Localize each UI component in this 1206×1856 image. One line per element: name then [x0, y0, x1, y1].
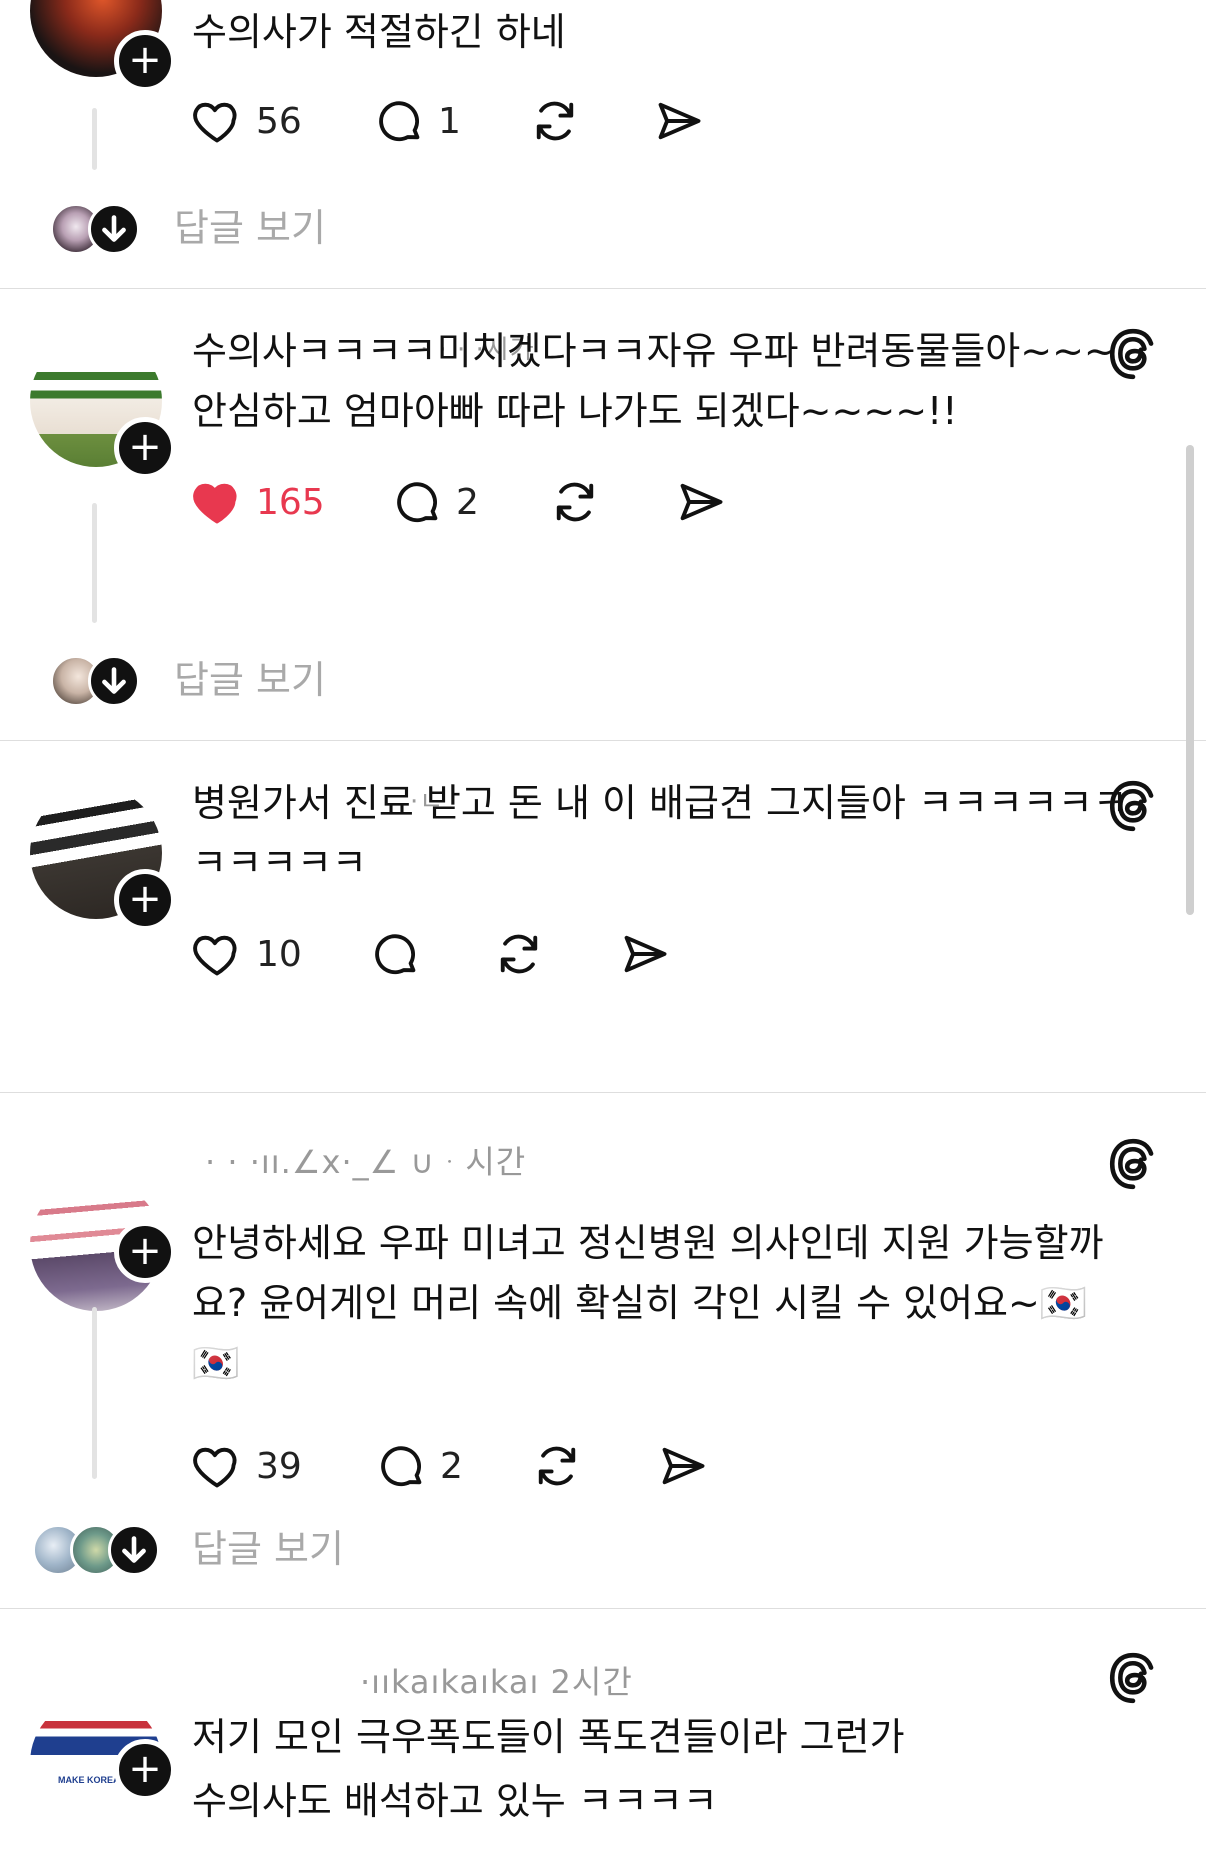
share-button[interactable]: [674, 472, 728, 532]
repost-button[interactable]: [528, 91, 582, 151]
thread-line: [92, 1307, 97, 1479]
share-icon: [658, 102, 701, 140]
view-replies-row[interactable]: 답글 보기: [50, 203, 450, 259]
repost-button[interactable]: [530, 1436, 584, 1496]
threads-logo-icon[interactable]: [1108, 1651, 1158, 1705]
arrow-down-icon: [108, 1524, 160, 1576]
heart-icon: [193, 1447, 237, 1488]
thread-line: [92, 503, 97, 623]
view-replies-link[interactable]: 답글 보기: [174, 655, 326, 705]
view-replies-link[interactable]: 답글 보기: [192, 1524, 344, 1574]
heart-icon: [193, 483, 237, 524]
comment-count: 2: [440, 1445, 463, 1487]
like-count: 10: [256, 933, 302, 975]
arrow-down-icon: [88, 655, 140, 707]
heart-icon: [193, 102, 237, 143]
post-content: 수의사ㅋㅋㅋㅋ미치겠다ㅋㅋ자유 우파 반려동물들아~~~ 안심하고 엄마아빠 따…: [192, 329, 1116, 433]
comment-button[interactable]: 2: [390, 472, 479, 532]
repost-icon: [536, 101, 574, 141]
repost-icon: [556, 482, 594, 522]
post-content: 병원가서 진료 받고 돈 내 이 배급견 그지들아 ㅋㅋㅋㅋㅋㅋ ㅋㅋㅋㅋㅋ: [192, 781, 1128, 885]
view-replies-link[interactable]: 답글 보기: [174, 203, 326, 253]
follow-plus-icon[interactable]: +: [114, 1739, 176, 1801]
repost-button[interactable]: [548, 472, 602, 532]
share-button[interactable]: [618, 924, 672, 984]
view-replies-row[interactable]: 답글 보기: [50, 655, 450, 711]
follow-plus-icon[interactable]: +: [114, 869, 176, 931]
comment-button[interactable]: [368, 924, 422, 984]
divider: [0, 740, 1206, 741]
share-icon: [680, 483, 723, 521]
post-content: 저기 모인 극우폭도들이 폭도견들이라 그런가 수의사도 배석하고 있누 ㅋㅋㅋ…: [192, 1715, 905, 1823]
repost-icon: [538, 1446, 576, 1486]
comment-button[interactable]: 2: [374, 1436, 463, 1496]
comment-icon: [375, 934, 416, 975]
divider: [0, 288, 1206, 289]
scrollbar[interactable]: [1186, 445, 1194, 915]
follow-plus-icon[interactable]: +: [114, 1221, 176, 1283]
divider: [0, 1608, 1206, 1609]
comment-count: 1: [438, 100, 461, 142]
like-button[interactable]: 10: [190, 924, 302, 984]
post-meta: ·ııkaıkaıkaı 2시간: [360, 1663, 633, 1701]
repost-button[interactable]: [492, 924, 546, 984]
comment-count: 2: [456, 481, 479, 523]
follow-plus-icon[interactable]: +: [114, 417, 176, 479]
like-count: 39: [256, 1445, 302, 1487]
threads-logo-icon[interactable]: [1108, 1137, 1158, 1191]
heart-icon: [193, 935, 237, 976]
follow-plus-icon[interactable]: +: [114, 30, 176, 92]
comment-icon: [381, 1446, 422, 1487]
comment-icon: [379, 101, 420, 142]
divider: [0, 1092, 1206, 1093]
like-button[interactable]: 56: [190, 91, 302, 151]
like-button[interactable]: 39: [190, 1436, 302, 1496]
comment-button[interactable]: 1: [372, 91, 461, 151]
share-button[interactable]: [652, 91, 706, 151]
repost-icon: [500, 934, 538, 974]
like-count: 56: [256, 100, 302, 142]
share-icon: [662, 1447, 705, 1485]
like-count: 165: [256, 481, 325, 523]
thread-line: [92, 108, 97, 170]
post-meta: · · ·ıı.∠x·_∠ ∪ᆞ시간: [205, 1143, 527, 1181]
share-button[interactable]: [656, 1436, 710, 1496]
post-content: 수의사가 적절하긴 하네: [192, 10, 566, 54]
arrow-down-icon: [88, 203, 140, 255]
view-replies-row[interactable]: 답글 보기: [32, 1524, 452, 1580]
post-content: 안녕하세요 우파 미녀고 정신병원 의사인데 지원 가능할까 요? 윤어게인 머…: [192, 1221, 1104, 1385]
comment-icon: [397, 482, 438, 523]
share-icon: [624, 935, 667, 973]
like-button[interactable]: 165: [190, 472, 325, 532]
